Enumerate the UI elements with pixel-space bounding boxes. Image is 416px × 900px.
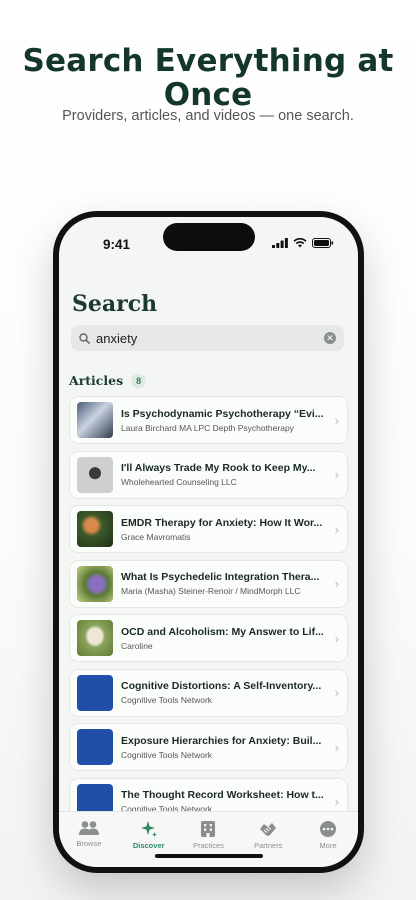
ellipsis-icon (320, 821, 337, 837)
article-thumbnail (77, 674, 113, 711)
article-title: OCD and Alcoholism: My Answer to Lif... (121, 625, 324, 638)
article-card[interactable]: Is Psychodynamic Psychotherapy “Evi... La… (69, 396, 348, 444)
chevron-right-icon: › (334, 739, 339, 755)
article-title: What Is Psychedelic Integration Thera... (121, 571, 320, 583)
tab-label: More (319, 841, 337, 850)
article-thumbnail (77, 511, 113, 547)
screen-title: Search (72, 291, 158, 317)
article-thumbnail (77, 456, 113, 493)
home-indicator[interactable] (155, 854, 263, 858)
article-author: Cognitive Tools Network (121, 749, 213, 760)
chevron-right-icon: › (334, 794, 339, 809)
article-title: Exposure Hierarchies for Anxiety: Buil..… (121, 734, 322, 747)
article-author: Laura Birchard MA LPC Depth Psychotherap… (121, 422, 294, 433)
tab-label: Browse (76, 839, 102, 848)
article-card[interactable]: What Is Psychedelic Integration Thera...… (69, 559, 348, 608)
tab-practices[interactable]: Practices (180, 820, 236, 867)
phone-frame: 9:41 Search anxiety ✕ Articles 8 Is Psyc… (53, 211, 364, 873)
tab-more[interactable]: More (300, 820, 356, 867)
phone-screen: 9:41 Search anxiety ✕ Articles 8 Is Psyc… (59, 217, 358, 867)
tab-label: Practices (193, 841, 224, 850)
article-card[interactable]: I'll Always Trade My Rook to Keep My... W… (69, 450, 348, 499)
chevron-right-icon: › (334, 630, 339, 646)
article-title: The Thought Record Worksheet: How t... (121, 789, 324, 801)
people-icon (78, 821, 99, 835)
chevron-right-icon: › (334, 467, 339, 482)
cellular-signal-icon (272, 238, 288, 248)
status-time: 9:41 (103, 237, 131, 252)
promo-subhead: Providers, articles, and videos — one se… (62, 108, 354, 124)
article-thumbnail (77, 729, 113, 765)
result-count-badge: 8 (131, 373, 147, 388)
article-author: Grace Mavromatis (121, 531, 191, 542)
wifi-icon (293, 238, 307, 248)
article-author: Maria (Masha) Steiner-Renoir / MindMorph… (121, 586, 301, 596)
article-title: Cognitive Distortions: A Self-Inventory.… (121, 680, 322, 692)
chevron-right-icon: › (334, 576, 339, 591)
chevron-right-icon: › (334, 521, 339, 537)
article-title: Is Psychodynamic Psychotherapy “Evi... (121, 407, 324, 420)
chevron-right-icon: › (334, 412, 339, 428)
chevron-right-icon: › (334, 685, 339, 700)
search-icon (79, 332, 90, 344)
tab-browse[interactable]: Browse (61, 820, 117, 867)
status-icons (272, 238, 334, 248)
article-card[interactable]: OCD and Alcoholism: My Answer to Lif... C… (69, 614, 348, 662)
article-author: Caroline (121, 640, 153, 651)
articles-section-header: Articles 8 (69, 373, 147, 388)
clear-search-icon[interactable]: ✕ (324, 332, 336, 344)
tab-partners[interactable]: Partners (240, 820, 296, 867)
article-list: Is Psychodynamic Psychotherapy “Evi... La… (69, 396, 348, 832)
promo-headline: Search Everything at Once (22, 43, 394, 113)
article-thumbnail (77, 402, 113, 438)
building-icon (201, 821, 216, 837)
search-input[interactable] (96, 330, 324, 346)
handshake-icon (260, 823, 277, 836)
tab-label: Partners (254, 841, 283, 850)
article-author: Wholehearted Counseling LLC (121, 477, 237, 487)
article-card[interactable]: Cognitive Distortions: A Self-Inventory.… (69, 668, 348, 717)
tab-bar: Browse Discover Practices Partners More (59, 811, 358, 867)
battery-icon (312, 238, 334, 248)
tab-label: Discover (132, 841, 165, 850)
sparkle-icon (140, 821, 157, 837)
article-thumbnail (77, 565, 113, 602)
article-author: Cognitive Tools Network (121, 695, 213, 705)
article-title: I'll Always Trade My Rook to Keep My... (121, 462, 316, 474)
dynamic-island (163, 223, 255, 251)
article-thumbnail (77, 620, 113, 656)
article-card[interactable]: EMDR Therapy for Anxiety: How It Wor... G… (69, 505, 348, 553)
article-title: EMDR Therapy for Anxiety: How It Wor... (121, 516, 323, 529)
section-title: Articles (69, 373, 124, 388)
tab-discover[interactable]: Discover (121, 820, 177, 867)
search-bar[interactable]: ✕ (71, 325, 344, 351)
article-card[interactable]: Exposure Hierarchies for Anxiety: Buil..… (69, 723, 348, 771)
